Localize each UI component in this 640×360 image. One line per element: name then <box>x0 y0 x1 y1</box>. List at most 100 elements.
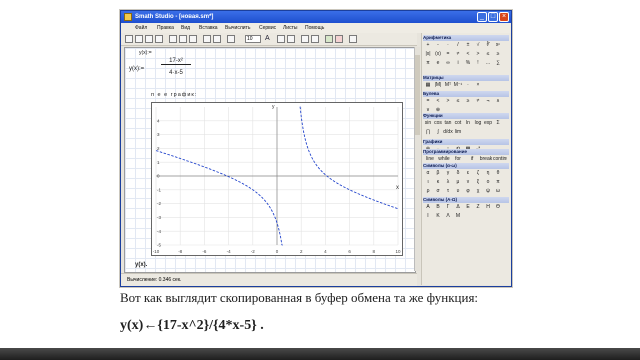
palette-item[interactable]: · <box>463 81 473 90</box>
title-bar[interactable]: Smath Studio - [новая.sm*] _ □ × <box>121 11 511 23</box>
palette-item[interactable]: log <box>473 119 483 128</box>
palette-item[interactable]: ≥ <box>463 97 473 106</box>
palette-item[interactable]: Μ <box>453 212 463 221</box>
palette-item[interactable]: = <box>423 97 433 106</box>
menu-view[interactable]: Вид <box>181 23 190 33</box>
palette-item[interactable]: μ <box>453 178 463 187</box>
redo-icon[interactable] <box>213 35 221 43</box>
palette-item[interactable]: Κ <box>433 212 443 221</box>
palette-item[interactable]: sin <box>423 119 433 128</box>
font-icon[interactable]: A <box>265 35 273 43</box>
palette-item[interactable]: η <box>483 169 493 178</box>
palette-item[interactable]: √ <box>473 41 483 50</box>
print-icon[interactable] <box>155 35 163 43</box>
menu-file[interactable]: Файл <box>135 23 147 33</box>
palette-item[interactable]: ∑ <box>493 59 503 68</box>
palette-item[interactable]: ρ <box>423 187 433 196</box>
save-icon[interactable] <box>145 35 153 43</box>
minimize-button[interactable]: _ <box>477 12 487 22</box>
text-icon[interactable] <box>227 35 235 43</box>
palette-item[interactable]: Γ <box>443 203 453 212</box>
palette-item[interactable]: Ζ <box>473 203 483 212</box>
palette-item[interactable]: λ <box>443 178 453 187</box>
palette-item[interactable]: Δ <box>453 203 463 212</box>
palette-item[interactable]: ∏ <box>423 128 433 137</box>
bold-icon[interactable] <box>277 35 285 43</box>
palette-item[interactable]: Α <box>423 203 433 212</box>
palette-item[interactable]: Β <box>433 203 443 212</box>
palette-item[interactable]: cos <box>433 119 443 128</box>
palette-item[interactable]: ≥ <box>493 50 503 59</box>
cut-icon[interactable] <box>169 35 177 43</box>
palette-item[interactable]: ≠ <box>453 50 463 59</box>
palette-item[interactable]: ▦ <box>423 81 433 90</box>
palette-item[interactable]: Mᵀ <box>443 81 453 90</box>
undo-icon[interactable] <box>203 35 211 43</box>
palette-item[interactable]: tan <box>443 119 453 128</box>
palette-item[interactable]: θ <box>493 169 503 178</box>
palette-item[interactable]: π <box>493 178 503 187</box>
palette-item[interactable]: xⁿ <box>493 41 503 50</box>
palette-item[interactable]: χ <box>473 187 483 196</box>
palette-item[interactable]: ! <box>473 59 483 68</box>
palette-item[interactable]: ξ <box>473 178 483 187</box>
color-icon[interactable] <box>287 35 295 43</box>
paste-icon[interactable] <box>189 35 197 43</box>
palette-item[interactable]: |M| <box>433 81 443 90</box>
palette-item[interactable]: ω <box>493 187 503 196</box>
align-icon[interactable] <box>311 35 319 43</box>
palette-item[interactable]: ≤ <box>483 50 493 59</box>
function-graph[interactable]: -10 -8 -6 -4 -2 0 2 4 6 8 1043210-1-2-3-4-5 <box>151 102 403 256</box>
palette-item[interactable]: Θ <box>493 203 503 212</box>
settings-icon[interactable] <box>349 35 357 43</box>
palette-item[interactable]: ± <box>463 41 473 50</box>
palette-item[interactable]: % <box>463 59 473 68</box>
palette-item[interactable]: ν <box>463 178 473 187</box>
menu-insert[interactable]: Вставка <box>199 23 218 33</box>
palette-item[interactable]: φ <box>463 187 473 196</box>
palette-item[interactable]: i <box>453 59 463 68</box>
palette-item[interactable]: d/dx <box>443 128 453 137</box>
palette-item[interactable]: γ <box>443 169 453 178</box>
stop-icon[interactable] <box>335 35 343 43</box>
palette-item[interactable]: lim <box>453 128 463 137</box>
palette-item[interactable]: Ι <box>423 212 433 221</box>
palette-item[interactable]: τ <box>443 187 453 196</box>
palette-item[interactable]: ¬ <box>483 97 493 106</box>
palette-item[interactable]: α <box>423 169 433 178</box>
palette-item[interactable]: υ <box>453 187 463 196</box>
palette-item[interactable]: ≤ <box>453 97 463 106</box>
open-file-icon[interactable] <box>135 35 143 43</box>
calculate-icon[interactable] <box>325 35 333 43</box>
scroll-thumb[interactable] <box>415 55 420 135</box>
palette-item[interactable]: ζ <box>473 169 483 178</box>
copy-icon[interactable] <box>179 35 187 43</box>
palette-item[interactable]: β <box>433 169 443 178</box>
palette-item[interactable]: σ <box>433 187 443 196</box>
palette-item[interactable]: Η <box>483 203 493 212</box>
palette-item[interactable]: ο <box>483 178 493 187</box>
palette-item[interactable]: ψ <box>483 187 493 196</box>
palette-item[interactable]: ∛ <box>483 41 493 50</box>
palette-item[interactable]: × <box>473 81 483 90</box>
vertical-scrollbar[interactable] <box>414 47 420 271</box>
palette-item[interactable]: ι <box>423 178 433 187</box>
palette-item[interactable]: e <box>433 59 443 68</box>
palette-item[interactable]: > <box>473 50 483 59</box>
palette-item[interactable]: · <box>443 41 453 50</box>
palette-item[interactable]: + <box>423 41 433 50</box>
palette-item[interactable]: ∫ <box>433 128 443 137</box>
palette-item[interactable]: … <box>483 59 493 68</box>
palette-item[interactable]: π <box>423 59 433 68</box>
grid-icon[interactable] <box>301 35 309 43</box>
palette-item[interactable]: / <box>453 41 463 50</box>
new-file-icon[interactable] <box>125 35 133 43</box>
zoom-input[interactable]: 10 <box>245 35 261 43</box>
palette-item[interactable]: (x) <box>433 50 443 59</box>
palette-item[interactable]: Σ <box>493 119 503 128</box>
maximize-button[interactable]: □ <box>488 12 498 22</box>
palette-item[interactable]: < <box>433 97 443 106</box>
palette-item[interactable]: δ <box>453 169 463 178</box>
palette-item[interactable]: ε <box>463 169 473 178</box>
palette-item[interactable]: ∧ <box>493 97 503 106</box>
